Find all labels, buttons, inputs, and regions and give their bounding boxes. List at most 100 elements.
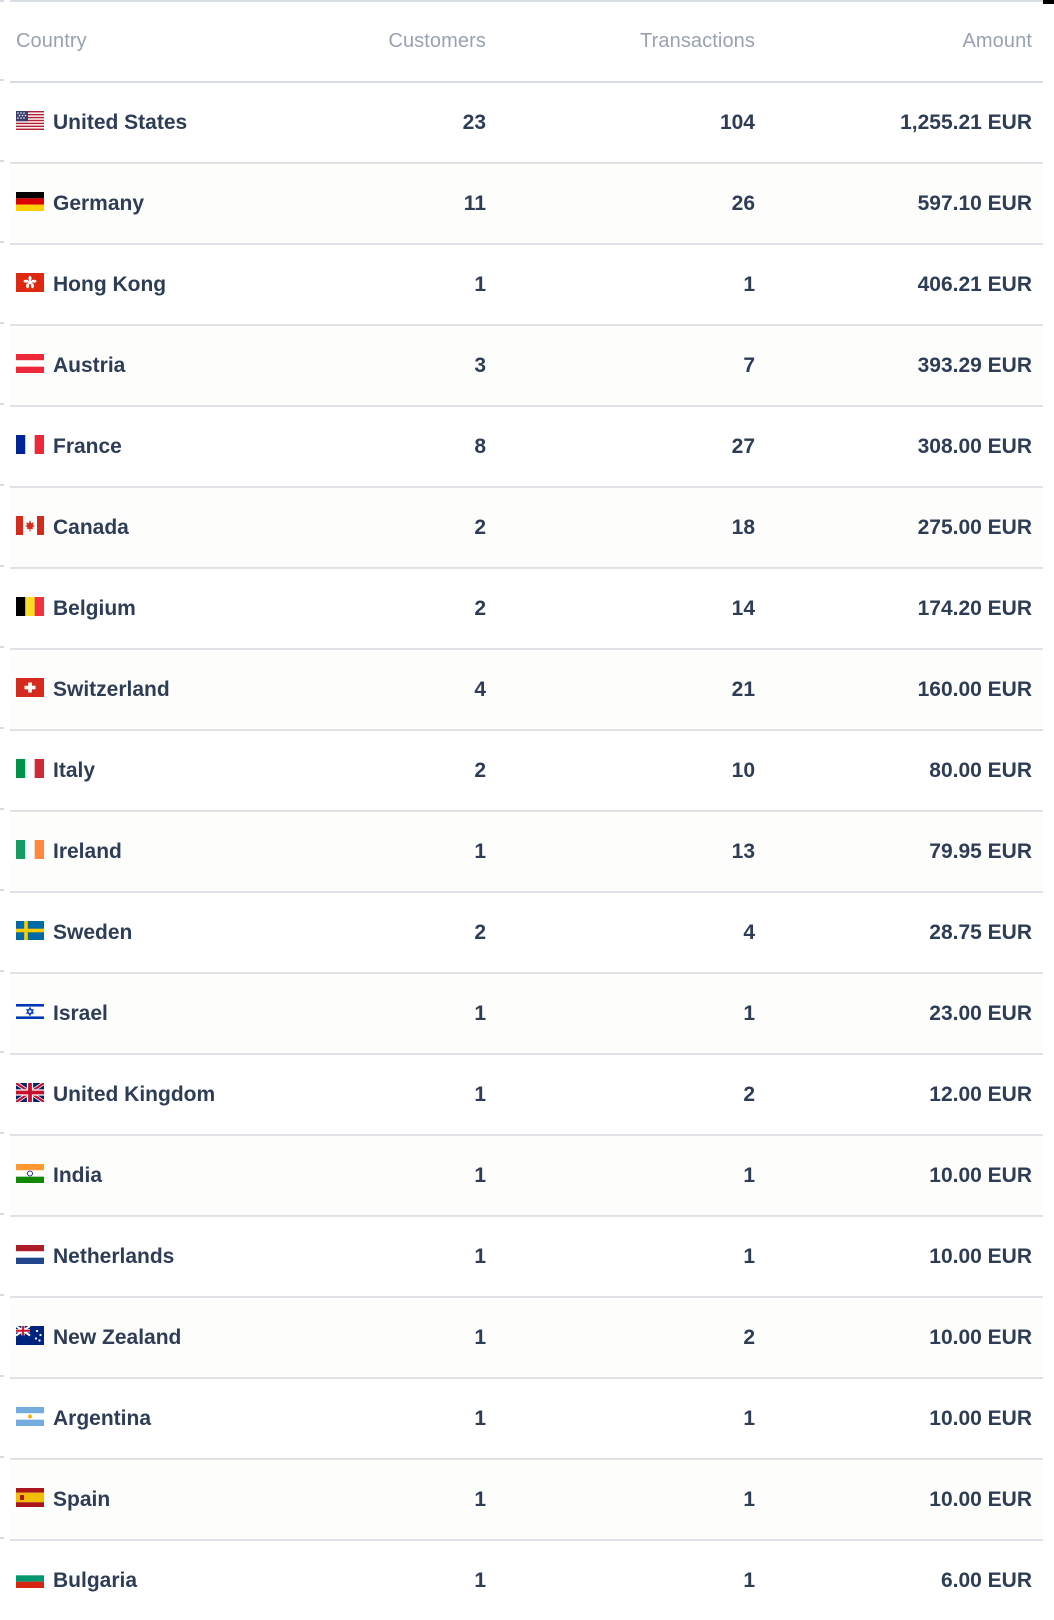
- cell-customers: 11: [343, 163, 486, 245]
- table-row[interactable]: Argentina 1 1 10.00 EUR: [10, 1378, 1043, 1460]
- table-row[interactable]: Spain 1 1 10.00 EUR: [10, 1459, 1043, 1541]
- table-row[interactable]: Sweden 2 4 28.75 EUR: [10, 892, 1043, 974]
- cell-amount: 10.00 EUR: [755, 1216, 1043, 1298]
- table-row[interactable]: Belgium 2 14 174.20 EUR: [10, 568, 1043, 650]
- table-row[interactable]: Canada 2 18 275.00 EUR: [10, 487, 1043, 569]
- cell-amount: 597.10 EUR: [755, 163, 1043, 245]
- cell-customers: 1: [343, 1378, 486, 1460]
- table-row[interactable]: Switzerland 4 21 160.00 EUR: [10, 649, 1043, 731]
- row-divider-edge-tick: [0, 79, 4, 81]
- cell-transactions: 21: [486, 649, 755, 731]
- cell-transactions: 18: [486, 487, 755, 569]
- country-name: United Kingdom: [53, 1082, 216, 1106]
- cell-transactions: 1: [486, 973, 755, 1055]
- cell-country: Belgium: [10, 568, 343, 650]
- cell-amount: 10.00 EUR: [755, 1459, 1043, 1541]
- country-breakdown-table-container: Country Customers Transactions Amount Un…: [0, 0, 1054, 1620]
- table-row[interactable]: New Zealand 1 2 10.00 EUR: [10, 1297, 1043, 1379]
- table-row[interactable]: Ireland 1 13 79.95 EUR: [10, 811, 1043, 893]
- country-name: Spain: [53, 1487, 111, 1511]
- cell-customers: 1: [474, 1568, 486, 1592]
- country-name: Netherlands: [53, 1244, 175, 1268]
- country-name: Sweden: [53, 920, 133, 944]
- table-row[interactable]: Germany 11 26 597.10 EUR: [10, 163, 1043, 245]
- row-divider-edge-tick: [0, 1537, 4, 1539]
- column-header-transactions[interactable]: Transactions: [486, 0, 755, 83]
- cell-transactions: 1: [486, 1216, 755, 1298]
- cell-transactions: 2: [486, 1054, 755, 1136]
- cell-country: Germany: [10, 163, 343, 245]
- country-name: Switzerland: [53, 677, 170, 701]
- row-divider-edge-tick: [0, 403, 4, 405]
- cell-amount: 1,255.21 EUR: [755, 82, 1043, 164]
- row-divider-edge-tick: [0, 1051, 4, 1053]
- cell-amount: 10.00 EUR: [755, 1297, 1043, 1379]
- flag-ca-icon: [16, 516, 46, 536]
- cell-amount: 28.75 EUR: [755, 892, 1043, 974]
- table-row[interactable]: Italy 2 10 80.00 EUR: [10, 730, 1043, 812]
- cell-country: United States: [10, 82, 343, 164]
- cell-transactions: 1: [486, 1378, 755, 1460]
- flag-it-icon: [16, 759, 46, 779]
- country-name: New Zealand: [53, 1325, 182, 1349]
- row-divider-edge-tick: [0, 727, 4, 729]
- cell-transactions: 1: [486, 1459, 755, 1541]
- cell-country: Bulgaria: [10, 1540, 343, 1620]
- cell-customers: 23: [343, 82, 486, 164]
- country-name: Italy: [53, 758, 96, 782]
- table-header-row: Country Customers Transactions Amount: [10, 0, 1043, 83]
- cell-amount: 174.20 EUR: [755, 568, 1043, 650]
- cell-customers: 1: [343, 1216, 486, 1298]
- row-divider-edge-tick: [0, 241, 4, 243]
- cell-transactions: 14: [486, 568, 755, 650]
- table-row[interactable]: France 8 27 308.00 EUR: [10, 406, 1043, 488]
- cell-country: Argentina: [10, 1378, 343, 1460]
- row-divider-edge-tick: [0, 808, 4, 810]
- cell-country: Spain: [10, 1459, 343, 1541]
- country-name: Israel: [53, 1001, 108, 1025]
- cell-customers: 8: [343, 406, 486, 488]
- cell-country: Canada: [10, 487, 343, 569]
- cell-amount: 80.00 EUR: [755, 730, 1043, 812]
- country-name: Canada: [53, 515, 129, 539]
- cell-country: Netherlands: [10, 1216, 343, 1298]
- country-name: France: [53, 434, 122, 458]
- flag-hk-icon: [16, 273, 46, 293]
- table-row[interactable]: United States 23 104 1,255.21 EUR: [10, 82, 1043, 164]
- table-row[interactable]: India 1 1 10.00 EUR: [10, 1135, 1043, 1217]
- table-row[interactable]: Austria 3 7 393.29 EUR: [10, 325, 1043, 407]
- cell-amount: 308.00 EUR: [755, 406, 1043, 488]
- column-header-amount[interactable]: Amount: [755, 0, 1043, 83]
- column-header-country[interactable]: Country: [10, 0, 343, 83]
- flag-nl-icon: [16, 1245, 46, 1265]
- cell-country: Sweden: [10, 892, 343, 974]
- cell-amount: 79.95 EUR: [755, 811, 1043, 893]
- table-row[interactable]: Hong Kong 1 1 406.21 EUR: [10, 244, 1043, 326]
- cell-customers: 1: [343, 1054, 486, 1136]
- row-divider-edge-tick: [0, 160, 4, 162]
- table-row[interactable]: Israel 1 1 23.00 EUR: [10, 973, 1043, 1055]
- row-divider-edge-tick: [0, 1375, 4, 1377]
- flag-ch-icon: [16, 678, 46, 698]
- table-row[interactable]: Netherlands 1 1 10.00 EUR: [10, 1216, 1043, 1298]
- cell-transactions: 7: [486, 325, 755, 407]
- row-divider-edge-tick: [0, 1294, 4, 1296]
- flag-nz-icon: [16, 1326, 46, 1346]
- cell-country: Italy: [10, 730, 343, 812]
- table-row[interactable]: Bulgaria 1 1 6.00 EUR: [10, 1540, 1043, 1620]
- cell-customers: 3: [343, 325, 486, 407]
- table-header: Country Customers Transactions Amount: [10, 0, 1043, 83]
- column-header-customers[interactable]: Customers: [343, 0, 486, 83]
- country-name: Belgium: [53, 596, 136, 620]
- cell-country: Switzerland: [10, 649, 343, 731]
- row-divider-edge-tick: [0, 1132, 4, 1134]
- cell-customers: 2: [343, 568, 486, 650]
- cell-transactions: 27: [486, 406, 755, 488]
- cell-country: Hong Kong: [10, 244, 343, 326]
- row-divider-edge-tick: [0, 889, 4, 891]
- row-divider-edge-tick: [0, 970, 4, 972]
- table-row[interactable]: United Kingdom 1 2 12.00 EUR: [10, 1054, 1043, 1136]
- flag-il-icon: [16, 1002, 46, 1022]
- cell-country: Austria: [10, 325, 343, 407]
- cell-amount: 406.21 EUR: [755, 244, 1043, 326]
